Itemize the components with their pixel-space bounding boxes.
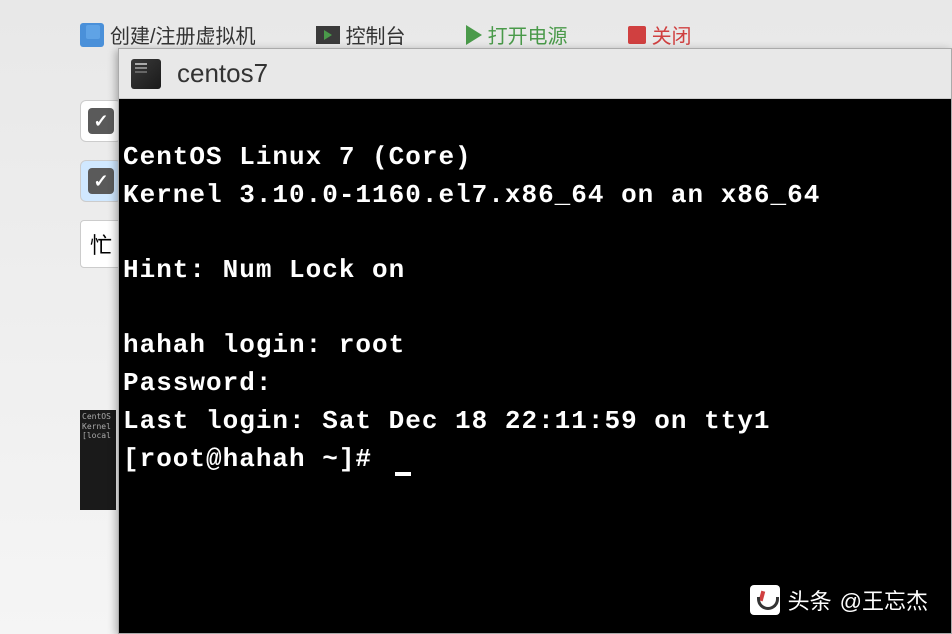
watermark: 头条 @王忘杰 (750, 584, 928, 616)
shutdown-label: 关闭 (652, 20, 692, 49)
terminal-content[interactable]: CentOS Linux 7 (Core) Kernel 3.10.0-1160… (119, 99, 951, 633)
terminal-line-kernel: Kernel 3.10.0-1160.el7.x86_64 on an x86_… (123, 180, 820, 210)
terminal-cursor (395, 472, 411, 476)
checkmark-icon: ✓ (88, 108, 114, 134)
terminal-icon (131, 59, 161, 89)
stop-icon (628, 26, 646, 44)
sidebar-button[interactable]: 忙 (80, 220, 122, 268)
sidebar-button-label: 忙 (90, 228, 112, 260)
console-label: 控制台 (346, 20, 406, 49)
window-title: centos7 (177, 58, 268, 89)
terminal-prompt: [root@hahah ~]# (123, 444, 389, 474)
terminal-window: centos7 CentOS Linux 7 (Core) Kernel 3.1… (118, 48, 952, 634)
terminal-line-login: hahah login: root (123, 330, 405, 360)
console-button[interactable]: 控制台 (316, 20, 406, 49)
watermark-user: @王忘杰 (840, 584, 928, 616)
terminal-line-lastlogin: Last login: Sat Dec 18 22:11:59 on tty1 (123, 406, 771, 436)
vm-thumbnail[interactable]: CentOS Kernel [local (80, 410, 116, 510)
checkmark-icon: ✓ (88, 168, 114, 194)
shutdown-button[interactable]: 关闭 (628, 20, 692, 49)
create-vm-icon (80, 23, 104, 47)
vm-checkbox-2[interactable]: ✓ (80, 160, 122, 202)
terminal-line-os: CentOS Linux 7 (Core) (123, 142, 472, 172)
terminal-line-password: Password: (123, 368, 272, 398)
window-titlebar[interactable]: centos7 (119, 49, 951, 99)
toutiao-logo-icon (750, 585, 780, 615)
console-icon (316, 26, 340, 44)
power-on-label: 打开电源 (488, 20, 568, 49)
play-icon (466, 25, 482, 45)
terminal-line-hint: Hint: Num Lock on (123, 255, 405, 285)
power-on-button[interactable]: 打开电源 (466, 20, 568, 49)
vm-checkbox-1[interactable]: ✓ (80, 100, 122, 142)
watermark-brand: 头条 (788, 584, 832, 616)
vm-toolbar: 创建/注册虚拟机 控制台 打开电源 关闭 (80, 20, 692, 49)
create-vm-button[interactable]: 创建/注册虚拟机 (80, 20, 256, 49)
create-vm-label: 创建/注册虚拟机 (110, 20, 256, 49)
thumbnail-preview: CentOS Kernel [local (80, 410, 116, 510)
